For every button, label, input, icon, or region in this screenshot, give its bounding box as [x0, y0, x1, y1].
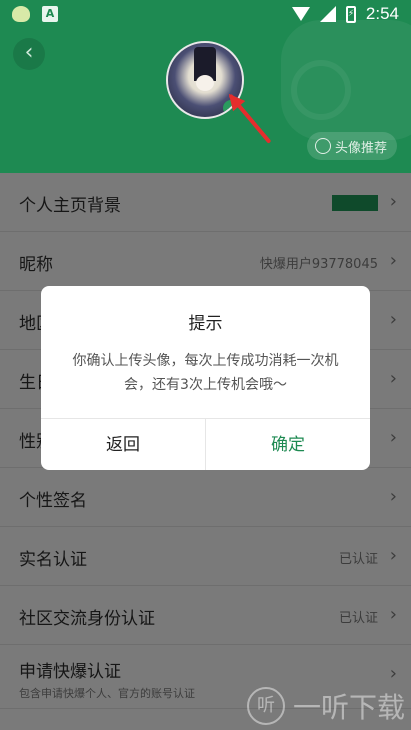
chevron-right-icon: › — [389, 663, 397, 684]
chevron-right-icon: › — [389, 191, 397, 212]
watermark-text: 一听下载 — [292, 691, 405, 724]
status-bar: A ⚡ 2:54 — [0, 0, 411, 30]
upload-confirm-dialog: 提示 你确认上传头像，每次上传成功消耗一次机会，还有3次上传机会哦～ 返回 确定 — [41, 286, 370, 470]
row-label: 个人主页背景 — [19, 196, 121, 216]
chevron-right-icon: › — [389, 604, 397, 625]
row-realname-verification[interactable]: 实名认证 已认证 › — [0, 527, 411, 586]
watermark-logo-icon: 听 — [246, 687, 285, 725]
watermark: 听 一听下载 — [246, 686, 405, 726]
signal-icon — [319, 6, 336, 22]
status-time: 2:54 — [365, 4, 399, 23]
avatar-recommend-button[interactable]: 头像推荐 — [307, 132, 397, 160]
row-label: 申请快爆认证 — [19, 662, 121, 682]
chevron-left-icon: ‹ — [24, 40, 34, 65]
row-signature[interactable]: 个性签名 › — [0, 468, 411, 527]
back-dialog-button[interactable]: 返回 — [41, 419, 206, 470]
avatar-recommend-label: 头像推荐 — [335, 140, 388, 156]
chevron-right-icon: › — [389, 545, 397, 566]
row-value: 快爆用户93778045 — [259, 257, 378, 272]
row-community-verification[interactable]: 社区交流身份认证 已认证 › — [0, 586, 411, 645]
row-sublabel: 包含申请快爆个人、官方的账号认证 — [19, 687, 195, 700]
row-nickname[interactable]: 昵称 快爆用户93778045 › — [0, 232, 411, 291]
image-notification-icon: A — [42, 6, 58, 22]
profile-header: A ⚡ 2:54 ‹ 头像推荐 — [0, 0, 411, 173]
background-swatch — [332, 195, 378, 211]
dialog-buttons: 返回 确定 — [41, 418, 370, 470]
row-label: 社区交流身份认证 — [19, 609, 155, 629]
chevron-right-icon: › — [389, 309, 397, 330]
wifi-icon — [291, 7, 310, 21]
confirm-button[interactable]: 确定 — [206, 419, 370, 470]
row-label: 实名认证 — [19, 550, 87, 570]
row-profile-background[interactable]: 个人主页背景 › — [0, 173, 411, 232]
avatar-face — [196, 75, 214, 91]
avatar-recommend-icon — [315, 138, 331, 154]
chevron-right-icon: › — [389, 368, 397, 389]
row-label: 个性签名 — [19, 491, 87, 511]
row-value: 已认证 — [338, 552, 378, 567]
chevron-right-icon: › — [389, 427, 397, 448]
header-decoration-ring — [291, 60, 351, 120]
battery-charging-icon: ⚡ — [345, 5, 356, 23]
dialog-message: 你确认上传头像，每次上传成功消耗一次机会，还有3次上传机会哦～ — [72, 353, 339, 393]
chevron-right-icon: › — [389, 250, 397, 271]
chevron-right-icon: › — [389, 486, 397, 507]
app-notification-icon — [12, 6, 30, 22]
dialog-title: 提示 — [188, 314, 223, 334]
row-value: 已认证 — [338, 611, 378, 626]
back-button[interactable]: ‹ — [13, 38, 45, 70]
row-label: 昵称 — [19, 255, 53, 275]
